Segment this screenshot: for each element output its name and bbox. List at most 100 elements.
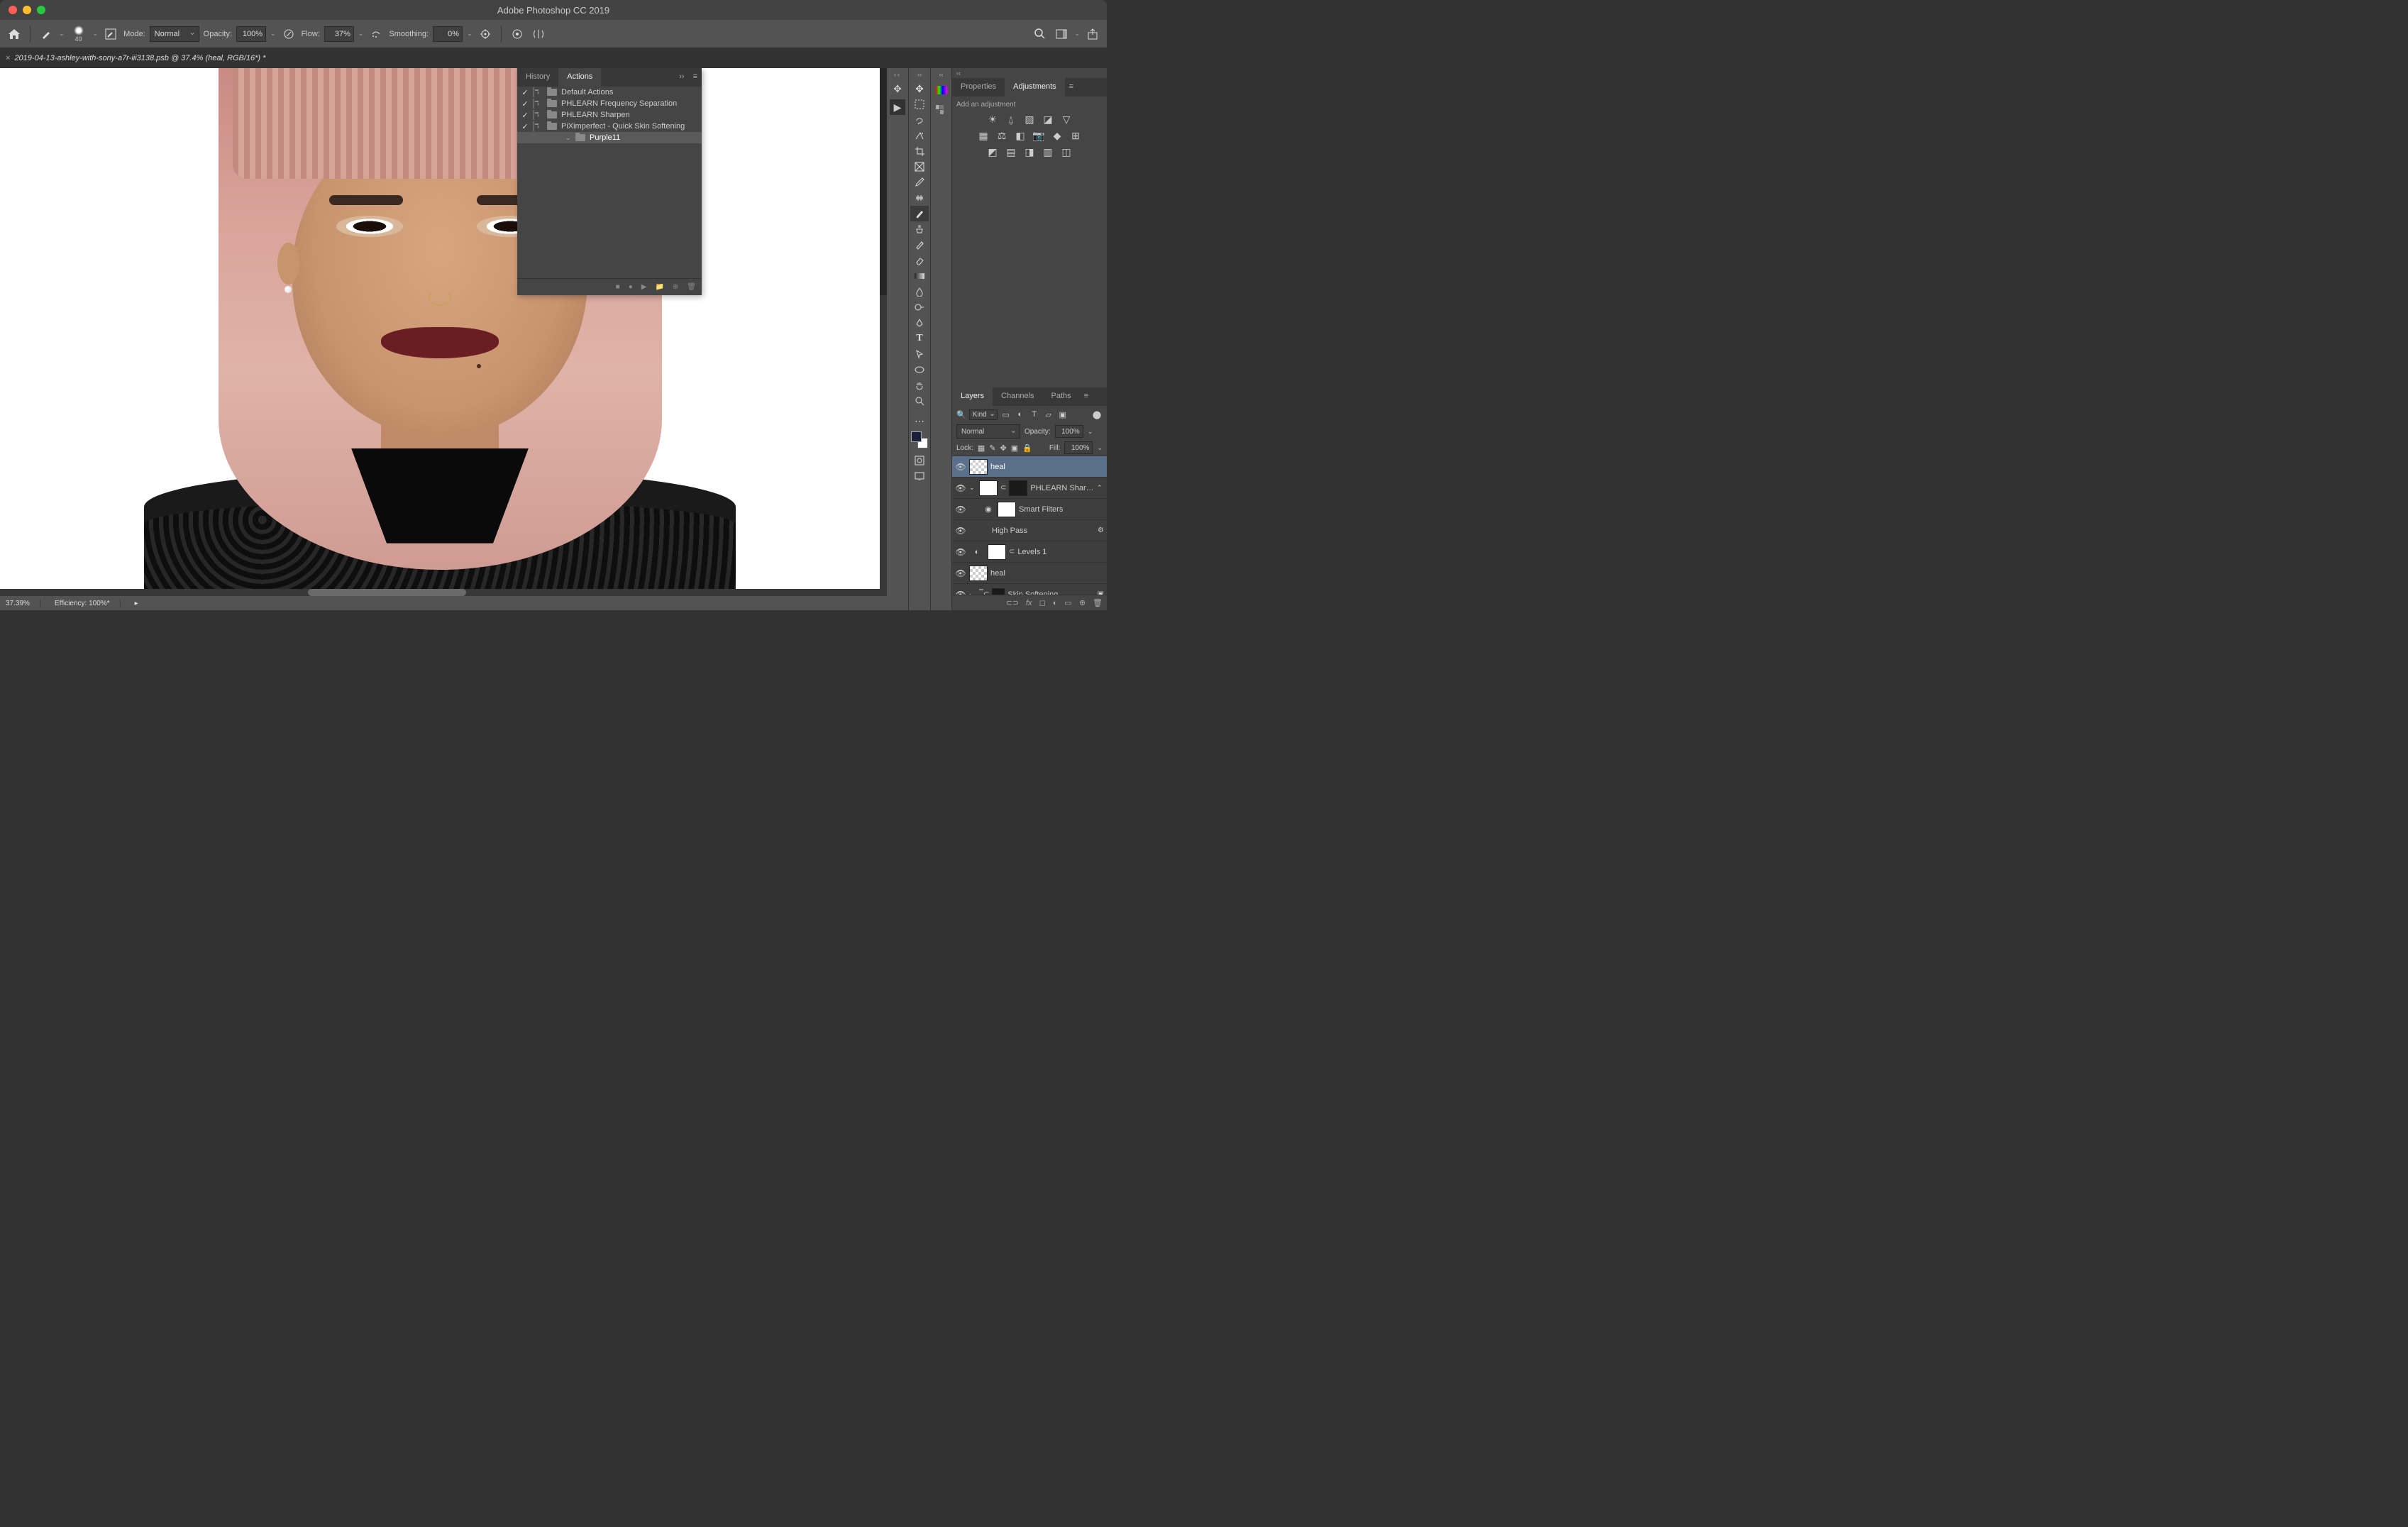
color-balance-icon[interactable]: ⚖ — [995, 130, 1008, 142]
selective-color-icon[interactable]: ◫ — [1060, 146, 1073, 158]
collapse-dock-button[interactable]: ‹‹ — [894, 71, 901, 78]
history-tab[interactable]: History — [517, 68, 558, 87]
mask-link-icon[interactable]: ⊂ — [1000, 484, 1006, 492]
lock-artboard-icon[interactable]: ▣ — [1011, 443, 1018, 453]
color-panel-icon[interactable] — [934, 82, 949, 98]
smoothing-input[interactable]: 0% — [433, 26, 463, 42]
adjustments-panel-menu[interactable]: ≡ — [1065, 78, 1078, 97]
brightness-contrast-icon[interactable]: ☀ — [986, 114, 999, 126]
stop-button[interactable]: ■ — [616, 283, 620, 291]
new-set-button[interactable]: 📁 — [655, 283, 663, 291]
tool-preset-picker[interactable] — [38, 26, 55, 43]
layers-tab[interactable]: Layers — [952, 387, 993, 406]
layer-row[interactable]: 👁High Pass⚙ — [952, 520, 1107, 541]
layer-visibility-toggle[interactable]: 👁 — [955, 526, 966, 536]
filter-toggle[interactable]: ⬤ — [1091, 409, 1103, 420]
action-row[interactable]: ✓›PHLEARN Frequency Separation — [517, 98, 702, 109]
action-dialog-toggle[interactable] — [533, 111, 534, 119]
threshold-icon[interactable]: ◨ — [1023, 146, 1036, 158]
shape-tool[interactable] — [910, 362, 929, 377]
channel-mixer-icon[interactable]: ◆ — [1051, 130, 1064, 142]
photo-filter-icon[interactable]: 📷 — [1032, 130, 1045, 142]
layer-row[interactable]: 👁heal — [952, 456, 1107, 478]
search-icon[interactable] — [1032, 26, 1049, 43]
layer-filter-select[interactable]: Kind — [969, 409, 998, 420]
path-selection-tool[interactable] — [910, 346, 929, 362]
collapse-tools-button[interactable]: ›› — [917, 71, 922, 78]
color-swatches[interactable] — [911, 431, 928, 448]
layer-row[interactable]: 👁 heal — [952, 563, 1107, 584]
lasso-tool[interactable] — [910, 112, 929, 128]
layer-name[interactable]: heal — [990, 463, 1104, 471]
close-window-button[interactable] — [9, 6, 17, 14]
frame-tool[interactable] — [910, 159, 929, 175]
layer-blend-mode-select[interactable]: Normal — [956, 424, 1020, 439]
actions-tab[interactable]: Actions — [558, 68, 601, 87]
layer-name[interactable]: Levels 1 — [1017, 548, 1104, 556]
new-layer-button[interactable]: ⊕ — [1079, 598, 1086, 607]
layer-style-button[interactable]: fx — [1026, 599, 1032, 607]
screen-mode-button[interactable] — [910, 468, 929, 484]
quick-selection-tool[interactable] — [910, 128, 929, 143]
smoothing-options-button[interactable] — [477, 26, 494, 43]
color-lookup-icon[interactable]: ⊞ — [1069, 130, 1082, 142]
edit-toolbar-button[interactable]: ⋯ — [910, 413, 929, 429]
action-row[interactable]: ⌄Purple11 — [517, 132, 702, 143]
channels-tab[interactable]: Channels — [993, 387, 1042, 406]
layer-row[interactable]: 👁◉Smart Filters — [952, 499, 1107, 520]
crop-tool[interactable] — [910, 143, 929, 159]
adjustments-tab[interactable]: Adjustments — [1005, 78, 1065, 97]
filter-pixel-icon[interactable]: ▭ — [1000, 409, 1012, 420]
layer-thumbnail[interactable] — [988, 544, 1006, 560]
action-row[interactable]: ✓›PiXimperfect - Quick Skin Softening — [517, 121, 702, 132]
lock-all-icon[interactable]: 🔒 — [1022, 443, 1032, 453]
lock-position-icon[interactable]: ✥ — [1000, 443, 1007, 453]
flow-input[interactable]: 37% — [324, 26, 354, 42]
move-tool[interactable]: ✥ — [910, 81, 929, 97]
action-check[interactable]: ✓ — [520, 122, 530, 131]
dodge-tool[interactable] — [910, 299, 929, 315]
document-tab[interactable]: 2019-04-13-ashley-with-sony-a7r-iii3138.… — [14, 54, 265, 62]
layer-fill-input[interactable]: 100% — [1064, 441, 1093, 454]
layer-visibility-toggle[interactable]: 👁 — [955, 547, 966, 557]
layer-thumbnail[interactable] — [969, 459, 988, 475]
curves-icon[interactable]: ▨ — [1023, 114, 1036, 126]
layer-row[interactable]: 👁⌄⊂PHLEARN Sharpen +1⌃ — [952, 478, 1107, 499]
layer-mask-thumbnail[interactable] — [992, 588, 1005, 595]
invert-icon[interactable]: ◩ — [986, 146, 999, 158]
home-button[interactable] — [6, 26, 23, 43]
adjustment-layer-button[interactable]: ◐ — [1053, 599, 1058, 607]
filter-type-icon[interactable]: T — [1029, 409, 1040, 420]
share-button[interactable] — [1084, 26, 1101, 43]
link-layers-button[interactable]: ⊂⊃ — [1006, 598, 1019, 607]
zoom-tool[interactable] — [910, 393, 929, 409]
layer-name[interactable]: heal — [990, 569, 1104, 578]
vibrance-icon[interactable]: ▽ — [1060, 114, 1073, 126]
delete-layer-button[interactable]: 🗑 — [1093, 598, 1103, 607]
paths-tab[interactable]: Paths — [1043, 387, 1080, 406]
layer-row[interactable]: 👁›⊂Skin Softening▣ — [952, 584, 1107, 595]
symmetry-button[interactable] — [530, 26, 547, 43]
layer-visibility-toggle[interactable]: 👁 — [955, 568, 966, 578]
panel-menu-button[interactable]: ≡ — [689, 68, 702, 87]
pressure-size-toggle[interactable] — [509, 26, 526, 43]
mask-link-icon[interactable]: ⊂ — [1009, 548, 1015, 556]
canvas[interactable] — [0, 68, 880, 596]
blur-tool[interactable] — [910, 284, 929, 299]
action-row[interactable]: ✓›Default Actions — [517, 87, 702, 98]
record-button[interactable]: ● — [629, 283, 633, 291]
hand-tool[interactable] — [910, 377, 929, 393]
action-check[interactable]: ✓ — [520, 99, 530, 109]
maximize-window-button[interactable] — [37, 6, 45, 14]
action-dialog-toggle[interactable] — [533, 133, 543, 142]
minimize-window-button[interactable] — [23, 6, 31, 14]
action-caret[interactable]: ⌄ — [565, 134, 573, 142]
exposure-icon[interactable]: ◪ — [1042, 114, 1054, 126]
play-button[interactable]: ▶ — [641, 283, 647, 291]
lock-transparency-icon[interactable]: ▦ — [978, 443, 985, 453]
layer-name[interactable]: PHLEARN Sharpen +1 — [1030, 484, 1094, 492]
brush-settings-toggle[interactable] — [102, 26, 119, 43]
layer-mask-thumbnail[interactable] — [1009, 480, 1027, 496]
layer-thumbnail[interactable] — [969, 566, 988, 581]
marquee-tool[interactable] — [910, 97, 929, 112]
